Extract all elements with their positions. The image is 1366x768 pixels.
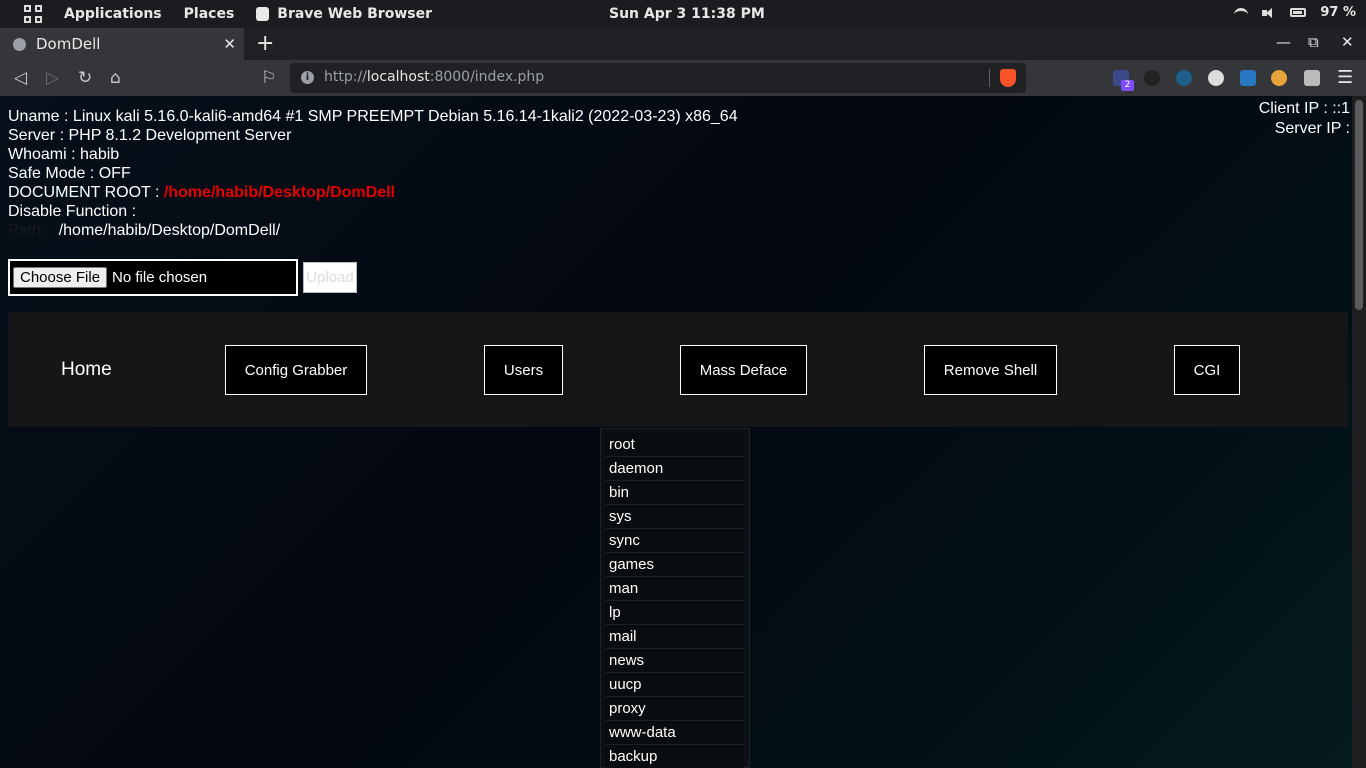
- user-list-item: daemon: [605, 457, 744, 481]
- extensions-puzzle-icon[interactable]: [1304, 70, 1320, 86]
- mass-deface-button[interactable]: Mass Deface: [680, 345, 807, 395]
- tab-domdell[interactable]: DomDell ✕: [0, 28, 244, 60]
- battery-percent: 97 %: [1320, 5, 1356, 20]
- browser-toolbar: ◁ ▷ ↻ ⌂ ⚐ i http://localhost:8000/index.…: [0, 60, 1366, 96]
- file-status: No file chosen: [112, 269, 208, 286]
- forward-icon[interactable]: ▷: [46, 68, 59, 88]
- tab-title: DomDell: [36, 35, 101, 53]
- omnibox-separator: [989, 69, 990, 87]
- cookie-extension-icon[interactable]: [1208, 70, 1224, 86]
- ip-info: Client IP : ::1 Server IP :: [1259, 99, 1350, 139]
- applications-menu[interactable]: Applications: [64, 6, 162, 22]
- nav-home-link[interactable]: Home: [61, 359, 112, 381]
- user-list-item: uucp: [605, 673, 744, 697]
- active-app[interactable]: Brave Web Browser: [256, 6, 432, 22]
- page-scrollbar[interactable]: [1352, 96, 1366, 768]
- maximize-icon[interactable]: ⧉: [1308, 33, 1319, 51]
- server-line: Server : PHP 8.1.2 Development Server: [8, 127, 292, 144]
- web-page: Uname : Linux kali 5.16.0-kali6-amd64 #1…: [0, 96, 1366, 768]
- battery-icon[interactable]: [1290, 8, 1307, 17]
- extension-badge: 2: [1121, 80, 1134, 91]
- user-list-item: backup: [605, 745, 744, 768]
- site-info-icon[interactable]: i: [301, 71, 314, 84]
- user-list-item: bin: [605, 481, 744, 505]
- user-list-item: games: [605, 553, 744, 577]
- path-line: Path : /home/habib/Desktop/DomDell/: [8, 222, 281, 239]
- hat-extension-icon[interactable]: [1144, 70, 1160, 86]
- user-list-item: root: [605, 433, 744, 457]
- tab-strip: DomDell ✕ + — ⧉ ✕: [0, 28, 1366, 60]
- minimize-icon[interactable]: —: [1276, 33, 1291, 51]
- users-button[interactable]: Users: [484, 345, 563, 395]
- cgi-button[interactable]: CGI: [1174, 345, 1240, 395]
- user-list: root daemon bin sys sync games man lp mail news uu…: [600, 428, 750, 768]
- close-window-icon[interactable]: ✕: [1341, 33, 1354, 51]
- active-app-label: Brave Web Browser: [277, 6, 432, 22]
- places-menu[interactable]: Places: [184, 6, 235, 22]
- user-list-item: man: [605, 577, 744, 601]
- whoami-line: Whoami : habib: [8, 146, 120, 163]
- safemode-line: Safe Mode : OFF: [8, 165, 131, 182]
- address-bar[interactable]: i http://localhost:8000/index.php: [290, 63, 1026, 93]
- bookmark-icon[interactable]: ⚐: [261, 68, 276, 88]
- brave-shields-icon[interactable]: [1000, 69, 1016, 87]
- wappalyzer-extension-icon[interactable]: [1176, 70, 1192, 86]
- user-list-item: www-data: [605, 721, 744, 745]
- user-list-item: sync: [605, 529, 744, 553]
- client-ip: Client IP : ::1: [1258, 100, 1350, 117]
- server-info: Uname : Linux kali 5.16.0-kali6-amd64 #1…: [8, 107, 738, 240]
- edit-cookie-extension-icon[interactable]: [1271, 70, 1287, 86]
- server-ip: Server IP :: [1274, 120, 1350, 137]
- volume-icon[interactable]: [1262, 7, 1276, 18]
- path-link[interactable]: /home/habib/Desktop/DomDell/: [59, 222, 280, 239]
- top-panel: Applications Places Brave Web Browser Su…: [0, 0, 1366, 28]
- user-list-item: sys: [605, 505, 744, 529]
- scrollbar-thumb[interactable]: [1355, 100, 1363, 310]
- reload-icon[interactable]: ↻: [78, 68, 92, 88]
- new-tab-button[interactable]: +: [256, 31, 274, 56]
- disable-function-line: Disable Function :: [8, 203, 137, 220]
- user-list-item: proxy: [605, 697, 744, 721]
- close-tab-icon[interactable]: ✕: [223, 35, 236, 53]
- file-input[interactable]: Choose File No file chosen: [8, 259, 298, 296]
- user-list-item: lp: [605, 601, 744, 625]
- wifi-icon[interactable]: [1234, 7, 1249, 18]
- url-text[interactable]: http://localhost:8000/index.php: [324, 69, 544, 85]
- upload-form: Choose File No file chosen Upload: [8, 259, 357, 296]
- brave-icon: [256, 7, 270, 21]
- system-tray: 97 %: [1234, 5, 1356, 20]
- config-grabber-button[interactable]: Config Grabber: [225, 345, 367, 395]
- upload-button[interactable]: Upload: [303, 262, 357, 293]
- choose-file-button[interactable]: Choose File: [13, 267, 108, 288]
- globe-icon: [13, 37, 26, 51]
- user-list-item: news: [605, 649, 744, 673]
- remove-shell-button[interactable]: Remove Shell: [924, 345, 1057, 395]
- docroot-line: DOCUMENT ROOT : /home/habib/Desktop/DomD…: [8, 184, 395, 201]
- home-icon[interactable]: ⌂: [110, 68, 121, 88]
- app-grid-icon[interactable]: [24, 5, 42, 23]
- nav-menu: Home Config Grabber Users Mass Deface Re…: [8, 312, 1348, 427]
- user-list-item: mail: [605, 625, 744, 649]
- menu-icon[interactable]: ☰: [1337, 67, 1353, 88]
- back-icon[interactable]: ◁: [14, 68, 27, 88]
- uname-line: Uname : Linux kali 5.16.0-kali6-amd64 #1…: [8, 108, 738, 125]
- clock[interactable]: Sun Apr 3 11:38 PM: [609, 6, 765, 22]
- translate-extension-icon[interactable]: [1240, 70, 1256, 86]
